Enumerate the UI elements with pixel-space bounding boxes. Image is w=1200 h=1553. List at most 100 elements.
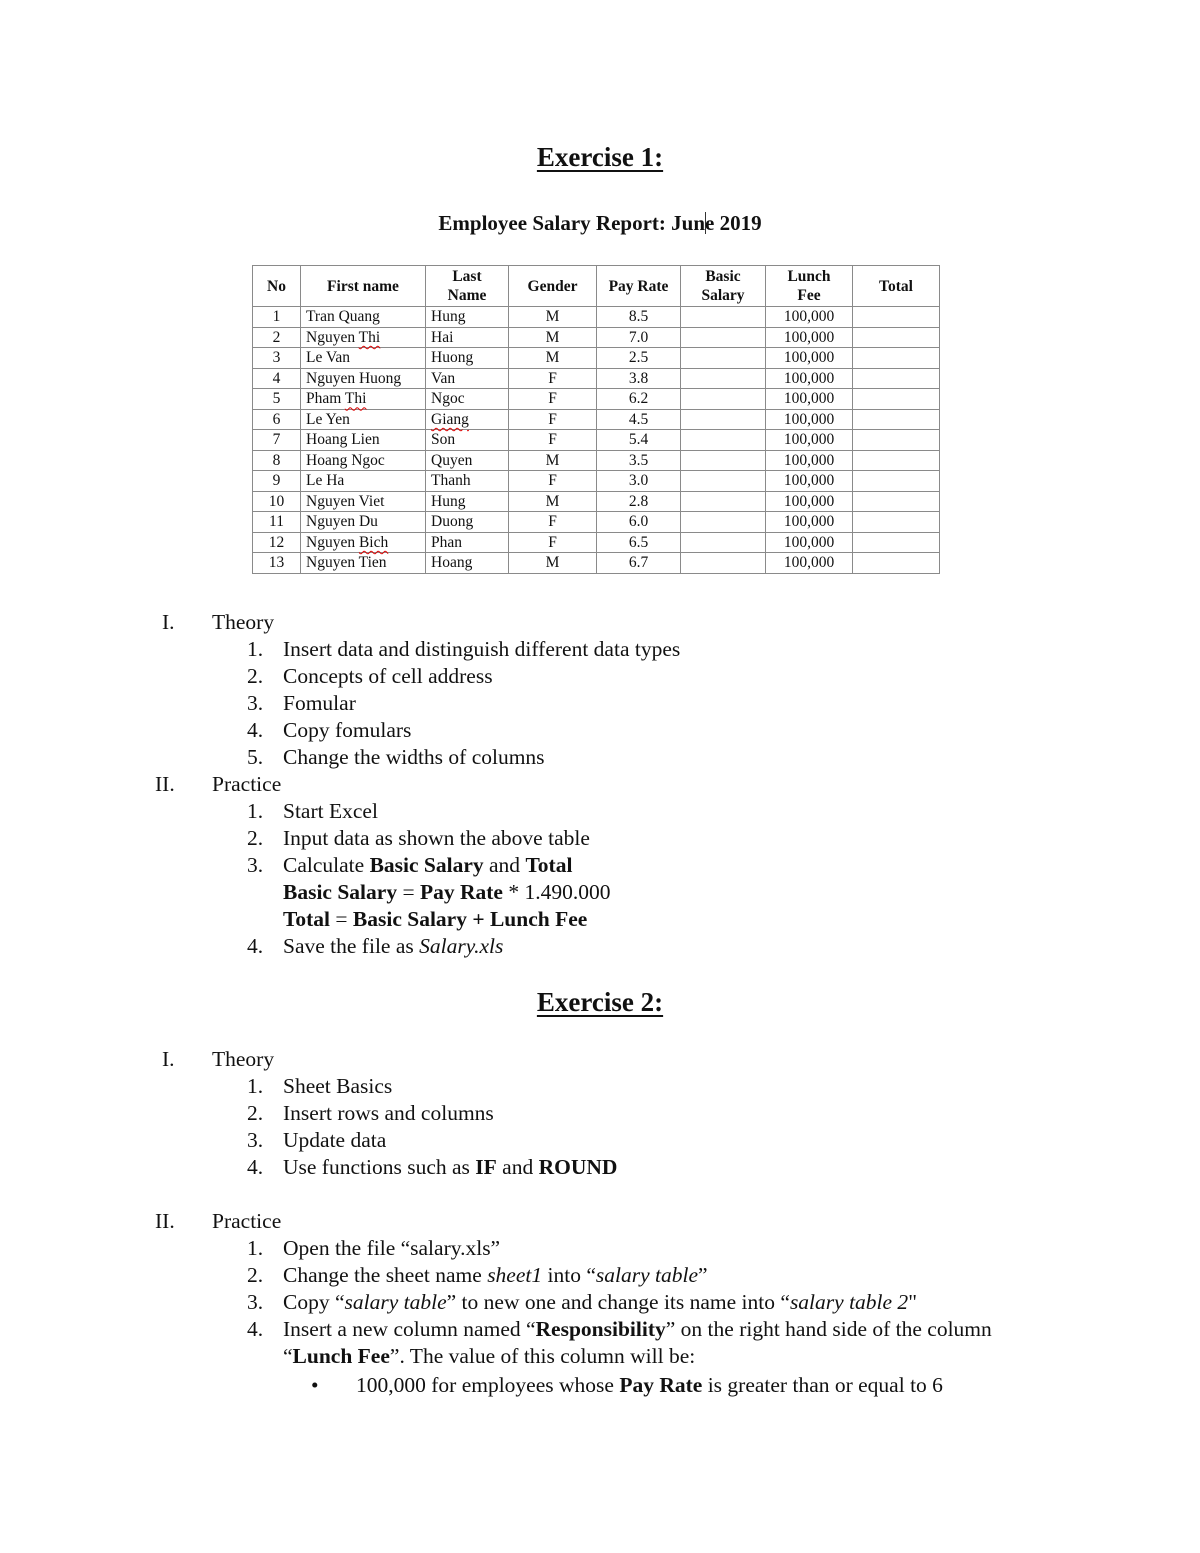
cell-no: 11 [252, 511, 301, 533]
item-text: ” to new one and change its name into “ [446, 1290, 790, 1314]
cell-basic-salary [680, 552, 766, 574]
cell-first-name: Hoang Ngoc [300, 449, 426, 471]
cell-gender: F [508, 429, 597, 451]
table-row: 8 Hoang Ngoc Quyen M 3.5 100,000 [252, 449, 940, 471]
cell-last-name: Giang [425, 408, 509, 430]
cell-gender: M [508, 306, 597, 328]
cell-gender: F [508, 511, 597, 533]
item-number: 4. [247, 1317, 264, 1341]
cell-basic-salary [680, 326, 766, 348]
cell-first-name: Tran Quang [300, 306, 426, 328]
total-formula: Total = Basic Salary + Lunch Fee [283, 906, 587, 933]
cell-last-name: Thanh [425, 470, 509, 492]
cell-total [852, 490, 940, 512]
item-text: Update data [283, 1128, 387, 1152]
ex1-practice-item-4: 4. Save the file as Salary.xls [247, 933, 503, 960]
ex1-theory-item-1: 1. Insert data and distinguish different … [247, 636, 680, 663]
cell-basic-salary [680, 429, 766, 451]
spellcheck-underline: Thi [358, 328, 381, 346]
cell-pay-rate: 3.0 [596, 470, 681, 492]
cell-basic-salary [680, 367, 766, 389]
cell-first-name: Nguyen Tien [300, 552, 426, 574]
bold-term: Basic Salary + Lunch Fee [352, 907, 588, 931]
cell-basic-salary [680, 470, 766, 492]
item-text: ” [698, 1263, 708, 1287]
cell-no: 10 [252, 490, 301, 512]
cell-pay-rate: 3.5 [596, 449, 681, 471]
item-text: Sheet Basics [283, 1074, 393, 1098]
item-text: Copy “ [283, 1290, 345, 1314]
table-row: 5 Pham Thi Ngoc F 6.2 100,000 [252, 388, 940, 410]
table-row: 3 Le Van Huong M 2.5 100,000 [252, 347, 940, 369]
table-row: 2 Nguyen Thi Hai M 7.0 100,000 [252, 326, 940, 348]
italic-term: sheet1 [487, 1263, 543, 1287]
cell-pay-rate: 7.0 [596, 326, 681, 348]
header-first-name: First name [300, 265, 426, 307]
formula-value: 1.490.000 [524, 880, 611, 904]
cell-lunch-fee: 100,000 [765, 408, 853, 430]
item-number: 1. [247, 799, 264, 823]
ex2-theory-item-3: 3. Update data [247, 1127, 386, 1154]
cell-lunch-fee: 100,000 [765, 449, 853, 471]
item-number: 4. [247, 718, 264, 742]
cell-gender: F [508, 367, 597, 389]
cell-gender: M [508, 326, 597, 348]
cell-basic-salary [680, 449, 766, 471]
cell-lunch-fee: 100,000 [765, 367, 853, 389]
header-no: No [252, 265, 301, 307]
bold-term: Basic Salary [369, 853, 484, 877]
item-text: Change the widths of columns [283, 745, 545, 769]
header-gender: Gender [508, 265, 597, 307]
cell-basic-salary [680, 531, 766, 553]
header-lunch-fee-line2: Fee [797, 287, 821, 304]
cell-pay-rate: 2.5 [596, 347, 681, 369]
ex1-theory-item-5: 5. Change the widths of columns [247, 744, 545, 771]
cell-gender: M [508, 449, 597, 471]
item-text: Copy fomulars [283, 718, 412, 742]
cell-first-name: Nguyen Huong [300, 367, 426, 389]
item-number: 2. [247, 826, 264, 850]
cell-pay-rate: 8.5 [596, 306, 681, 328]
item-number: 1. [247, 1074, 264, 1098]
bold-term: IF [475, 1155, 497, 1179]
cell-lunch-fee: 100,000 [765, 511, 853, 533]
table-row: 1 Tran Quang Hung M 8.5 100,000 [252, 306, 940, 328]
formula-operator: * [502, 880, 525, 904]
cell-total [852, 470, 940, 492]
ex2-practice-item-4-cont: “Lunch Fee”. The value of this column wi… [283, 1343, 695, 1370]
item-text: ”. The value of this column will be: [389, 1344, 696, 1368]
cell-last-name: Phan [425, 531, 509, 553]
item-text: Start Excel [283, 799, 378, 823]
cell-lunch-fee: 100,000 [765, 470, 853, 492]
item-text: Calculate [283, 853, 370, 877]
cell-total [852, 326, 940, 348]
spellcheck-underline: Bich [358, 533, 389, 551]
cell-total [852, 531, 940, 553]
cell-total [852, 347, 940, 369]
cell-total [852, 511, 940, 533]
item-text: “ [283, 1344, 293, 1368]
cell-first-name: Nguyen Thi [300, 326, 426, 348]
table-row: 10 Nguyen Viet Hung M 2.8 100,000 [252, 490, 940, 512]
cell-first-name: Le Yen [300, 408, 426, 430]
item-text: Input data as shown the above table [283, 826, 590, 850]
cell-no: 12 [252, 531, 301, 553]
item-number: 1. [247, 1236, 264, 1260]
cell-total [852, 306, 940, 328]
cell-last-name: Ngoc [425, 388, 509, 410]
item-text: Insert data and distinguish different da… [283, 637, 681, 661]
bold-term: Responsibility [535, 1317, 666, 1341]
ex1-practice-item-1: 1. Start Excel [247, 798, 378, 825]
item-text: into “ [542, 1263, 596, 1287]
file-name: Salary.xls [419, 934, 504, 958]
cell-no: 8 [252, 449, 301, 471]
bold-term: Total [525, 853, 573, 877]
italic-term: salary table 2 [789, 1290, 909, 1314]
table-row: 11 Nguyen Du Duong F 6.0 100,000 [252, 511, 940, 533]
bold-term: ROUND [538, 1155, 618, 1179]
item-text: Insert rows and columns [283, 1101, 494, 1125]
exercise-2-title: Exercise 2: [536, 987, 664, 1017]
item-text: Use functions such as [283, 1155, 476, 1179]
header-basic-salary: Basic Salary [680, 265, 766, 307]
cell-last-name: Hoang [425, 552, 509, 574]
